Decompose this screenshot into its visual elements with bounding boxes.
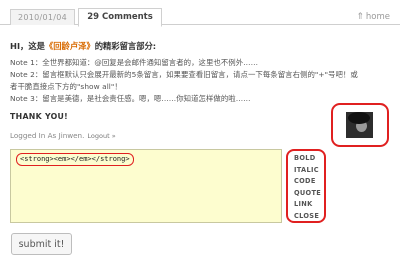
intro-suffix: 的精彩留言部分: <box>94 41 157 51</box>
quote-button[interactable]: QUOTE <box>294 188 324 200</box>
note-2: Note 2：留言框默认只会展开最新的5条留言，如果要查看旧留言，请点一下每条留… <box>10 70 358 79</box>
intro-highlight-link[interactable]: 《回龄卢泽》 <box>45 41 95 51</box>
note-2-continued: 者干脆直接点下方的"show all"！ <box>10 82 122 91</box>
avatar-hair <box>348 112 370 124</box>
logout-link[interactable]: Logout » <box>87 132 115 140</box>
login-status: Logged In As Jinwen. Logout » <box>10 131 116 140</box>
italic-button[interactable]: ITALIC <box>294 165 324 177</box>
intro-heading: HI，这是《回龄卢泽》的精彩留言部分: <box>10 40 156 52</box>
bold-button[interactable]: BOLD <box>294 153 324 165</box>
tab-comments[interactable]: 29 Comments <box>78 8 162 27</box>
comment-textarea-value: <strong><em></em></strong> <box>16 153 134 166</box>
formatting-toolbar: BOLD ITALIC CODE QUOTE LINK CLOSE <box>286 149 326 223</box>
login-text: Logged In As Jinwen. <box>10 131 85 140</box>
link-button[interactable]: LINK <box>294 199 324 211</box>
tab-date[interactable]: 2010/01/04 <box>10 9 75 25</box>
thank-you-text: THANK YOU! <box>10 112 69 121</box>
intro-prefix: HI，这是 <box>10 41 45 51</box>
avatar <box>346 112 373 138</box>
up-arrow-icon: ⇑ <box>356 12 364 22</box>
home-link[interactable]: ⇑ home <box>356 11 390 23</box>
home-link-label: home <box>365 12 390 22</box>
note-1: Note 1：全世界都知道：@回复是会邮件通知留言者的，这里也不例外…… <box>10 58 259 67</box>
close-tags-button[interactable]: CLOSE <box>294 211 324 223</box>
comment-textarea[interactable]: <strong><em></em></strong> <box>10 149 282 223</box>
avatar-highlight <box>331 103 389 147</box>
code-button[interactable]: CODE <box>294 176 324 188</box>
note-3: Note 3：留言是美德，是社会责任感。嗯，嗯……你知道怎样做的啦…… <box>10 94 251 103</box>
submit-button[interactable]: submit it! <box>11 233 72 255</box>
